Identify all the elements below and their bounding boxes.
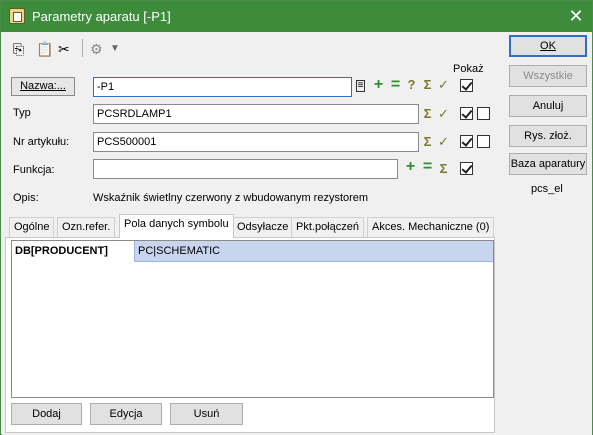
ok-button-label: OK	[540, 40, 556, 52]
show-type-checkbox[interactable]	[460, 107, 473, 120]
function-input[interactable]	[93, 159, 398, 179]
type-extra-checkbox[interactable]	[477, 107, 490, 120]
sigma-icon[interactable]: Σ	[421, 135, 434, 149]
device-base-button[interactable]: Baza aparatury	[509, 153, 587, 175]
cut-icon[interactable]: ✂	[58, 41, 70, 57]
sigma-icon[interactable]: Σ	[421, 107, 434, 121]
component-icon[interactable]: ⚙	[90, 41, 103, 57]
dropdown-arrow-icon[interactable]: ▼	[110, 41, 120, 57]
paste-icon[interactable]: 📋	[36, 41, 53, 57]
tab-cross-refs[interactable]: Odsyłacze	[232, 217, 294, 237]
show-function-checkbox[interactable]	[460, 162, 473, 175]
side-panel	[495, 32, 592, 435]
app-icon	[9, 8, 25, 24]
name-button[interactable]: Nazwa:...	[11, 77, 75, 96]
type-label: Typ	[13, 107, 31, 119]
tab-mechanical-accessories[interactable]: Akces. Mechaniczne (0)	[367, 217, 495, 237]
description-label: Opis:	[13, 192, 39, 204]
all-button[interactable]: Wszystkie	[509, 65, 587, 87]
article-label: Nr artykułu:	[13, 136, 70, 148]
show-label: Pokaż	[453, 63, 484, 75]
tab-connection-points[interactable]: Pkt.połączeń	[291, 217, 364, 237]
field-name-cell[interactable]: DB[PRODUCENT]	[12, 241, 135, 262]
tab-symbol-fields[interactable]: Pola danych symbolu	[119, 214, 234, 238]
show-name-checkbox[interactable]	[460, 79, 473, 92]
name-button-label: Nazwa:...	[20, 80, 66, 92]
sigma-icon[interactable]: Σ	[421, 78, 434, 92]
close-icon[interactable]: ✕	[560, 1, 592, 32]
cancel-button[interactable]: Anuluj	[509, 95, 587, 117]
article-extra-checkbox[interactable]	[477, 135, 490, 148]
ok-button[interactable]: OK	[509, 35, 587, 57]
list-icon[interactable]: ≡	[356, 80, 365, 92]
table-row[interactable]: DB[PRODUCENT] PC|SCHEMATIC	[12, 241, 493, 262]
add-icon[interactable]: +	[404, 159, 417, 175]
description-value: Wskaźnik świetlny czerwony z wbudowanym …	[93, 192, 369, 204]
copy-icon[interactable]: ⎘	[13, 41, 24, 57]
dialog-window: Parametry aparatu [-P1] ✕ ⎘ 📋 ✂ ⚙ ▼ Poka…	[0, 0, 593, 435]
tab-general[interactable]: Ogólne	[9, 217, 55, 237]
window-title: Parametry aparatu [-P1]	[32, 9, 171, 24]
check-sign-icon[interactable]: ✓	[437, 78, 450, 92]
check-sign-icon[interactable]: ✓	[437, 107, 450, 121]
add-button[interactable]: Dodaj	[11, 403, 82, 425]
field-value-cell[interactable]: PC|SCHEMATIC	[136, 241, 220, 262]
article-input[interactable]: PCS500001	[93, 132, 419, 152]
show-article-checkbox[interactable]	[460, 135, 473, 148]
type-input[interactable]: PCSRDLAMP1	[93, 104, 419, 124]
toolbar-separator	[82, 39, 83, 57]
delete-button[interactable]: Usuń	[170, 403, 243, 425]
library-name: pcs_el	[531, 183, 563, 195]
function-label: Funkcja:	[13, 164, 55, 176]
symbol-fields-grid[interactable]: DB[PRODUCENT] PC|SCHEMATIC	[11, 240, 494, 398]
name-input[interactable]: -P1	[93, 77, 352, 97]
check-sign-icon[interactable]: ✓	[437, 135, 450, 149]
tab-reference[interactable]: Ozn.refer.	[57, 217, 116, 237]
add-icon[interactable]: +	[372, 77, 385, 93]
sigma-icon[interactable]: Σ	[437, 162, 450, 176]
title-bar: Parametry aparatu [-P1] ✕	[1, 1, 592, 32]
question-icon[interactable]: ?	[405, 78, 418, 92]
assembly-drawing-button[interactable]: Rys. złoż.	[509, 125, 587, 147]
edit-button[interactable]: Edycja	[90, 403, 162, 425]
equal-icon[interactable]: =	[389, 77, 402, 93]
equal-icon[interactable]: =	[421, 159, 434, 175]
